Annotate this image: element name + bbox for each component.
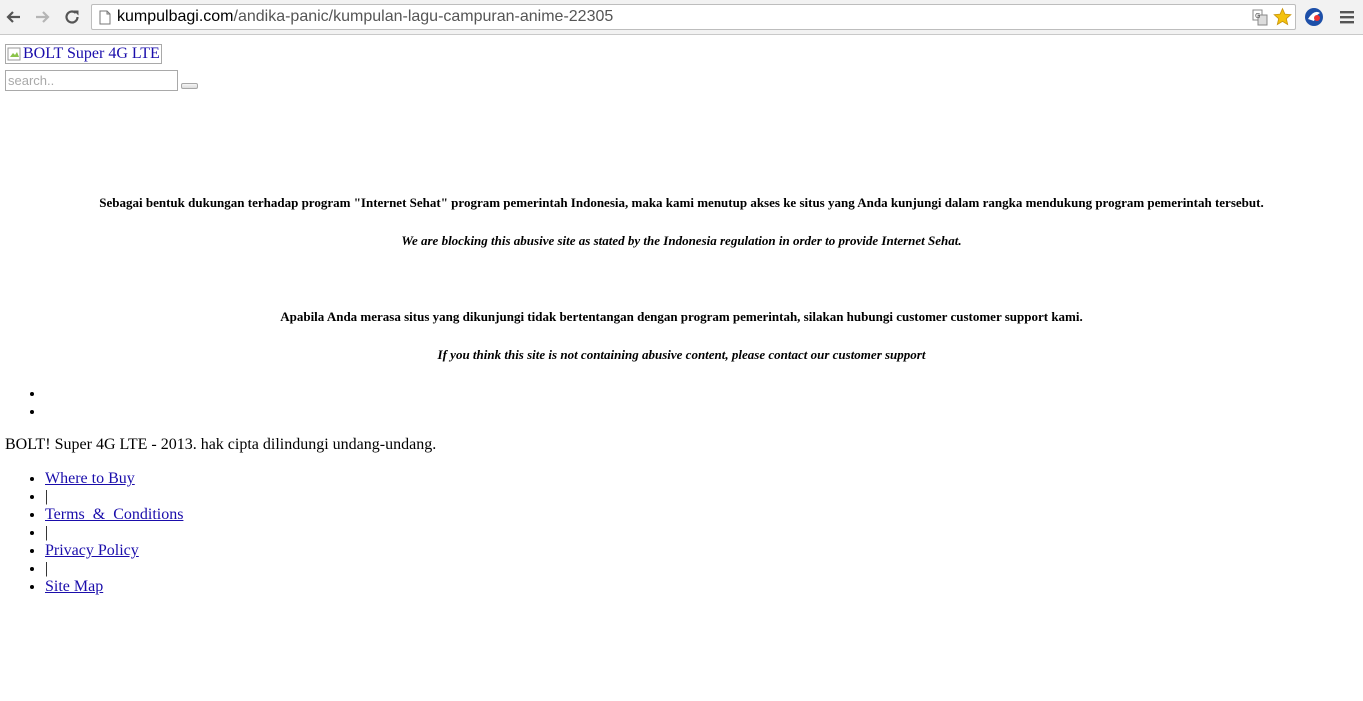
forward-button[interactable]: [31, 6, 53, 28]
url-host: kumpulbagi.com: [117, 8, 234, 25]
url-path: /andika-panic/kumpulan-lagu-campuran-ani…: [233, 8, 614, 25]
search-input[interactable]: [5, 70, 178, 91]
back-button[interactable]: [3, 6, 25, 28]
page-icon: [99, 10, 111, 25]
address-url[interactable]: kumpulbagi.com/andika-panic/kumpulan-lag…: [117, 8, 613, 26]
list-item: |: [45, 488, 183, 506]
extension-icon: [1305, 8, 1323, 26]
reload-button[interactable]: [61, 6, 83, 28]
copyright-text: BOLT! Super 4G LTE - 2013. hak cipta dil…: [5, 436, 437, 453]
hamburger-menu-icon: [1340, 11, 1354, 24]
terms-link[interactable]: Terms & Conditions: [45, 506, 183, 523]
separator: |: [45, 488, 49, 505]
footer-links: Where to Buy | Terms & Conditions | Priv…: [45, 470, 183, 596]
reload-icon: [65, 10, 79, 24]
site-map-link[interactable]: Site Map: [45, 578, 103, 595]
svg-text:G: G: [1255, 12, 1260, 20]
list-item: |: [45, 524, 183, 542]
notice-english: We are blocking this abusive site as sta…: [401, 233, 962, 248]
broken-image-icon: [7, 47, 21, 61]
list-item: Where to Buy: [45, 470, 183, 488]
where-to-buy-link[interactable]: Where to Buy: [45, 470, 135, 487]
star-icon[interactable]: [1272, 7, 1293, 27]
chrome-menu-button[interactable]: [1336, 6, 1358, 28]
contact-english: If you think this site is not containing…: [437, 347, 926, 362]
extension-button[interactable]: [1303, 6, 1325, 28]
browser-toolbar: kumpulbagi.com/andika-panic/kumpulan-lag…: [0, 0, 1363, 35]
separator: |: [45, 524, 49, 541]
list-item: |: [45, 560, 183, 578]
notice-indonesian: Sebagai bentuk dukungan terhadap program…: [99, 195, 1264, 210]
translate-icon[interactable]: G: [1252, 8, 1268, 26]
logo-link[interactable]: BOLT Super 4G LTE: [5, 44, 162, 64]
list-item: Privacy Policy: [45, 542, 183, 560]
logo-alt-text: BOLT Super 4G LTE: [23, 45, 160, 62]
list-item: Site Map: [45, 578, 183, 596]
search-button[interactable]: [181, 83, 198, 89]
forward-arrow-icon: [36, 11, 50, 23]
page-content: BOLT Super 4G LTE Sebagai bentuk dukunga…: [0, 35, 1363, 701]
separator: |: [45, 560, 49, 577]
contact-indonesian: Apabila Anda merasa situs yang dikunjung…: [280, 309, 1083, 324]
back-arrow-icon: [6, 11, 20, 23]
list-item: Terms & Conditions: [45, 506, 183, 524]
privacy-policy-link[interactable]: Privacy Policy: [45, 542, 139, 559]
address-bar[interactable]: kumpulbagi.com/andika-panic/kumpulan-lag…: [91, 4, 1296, 30]
